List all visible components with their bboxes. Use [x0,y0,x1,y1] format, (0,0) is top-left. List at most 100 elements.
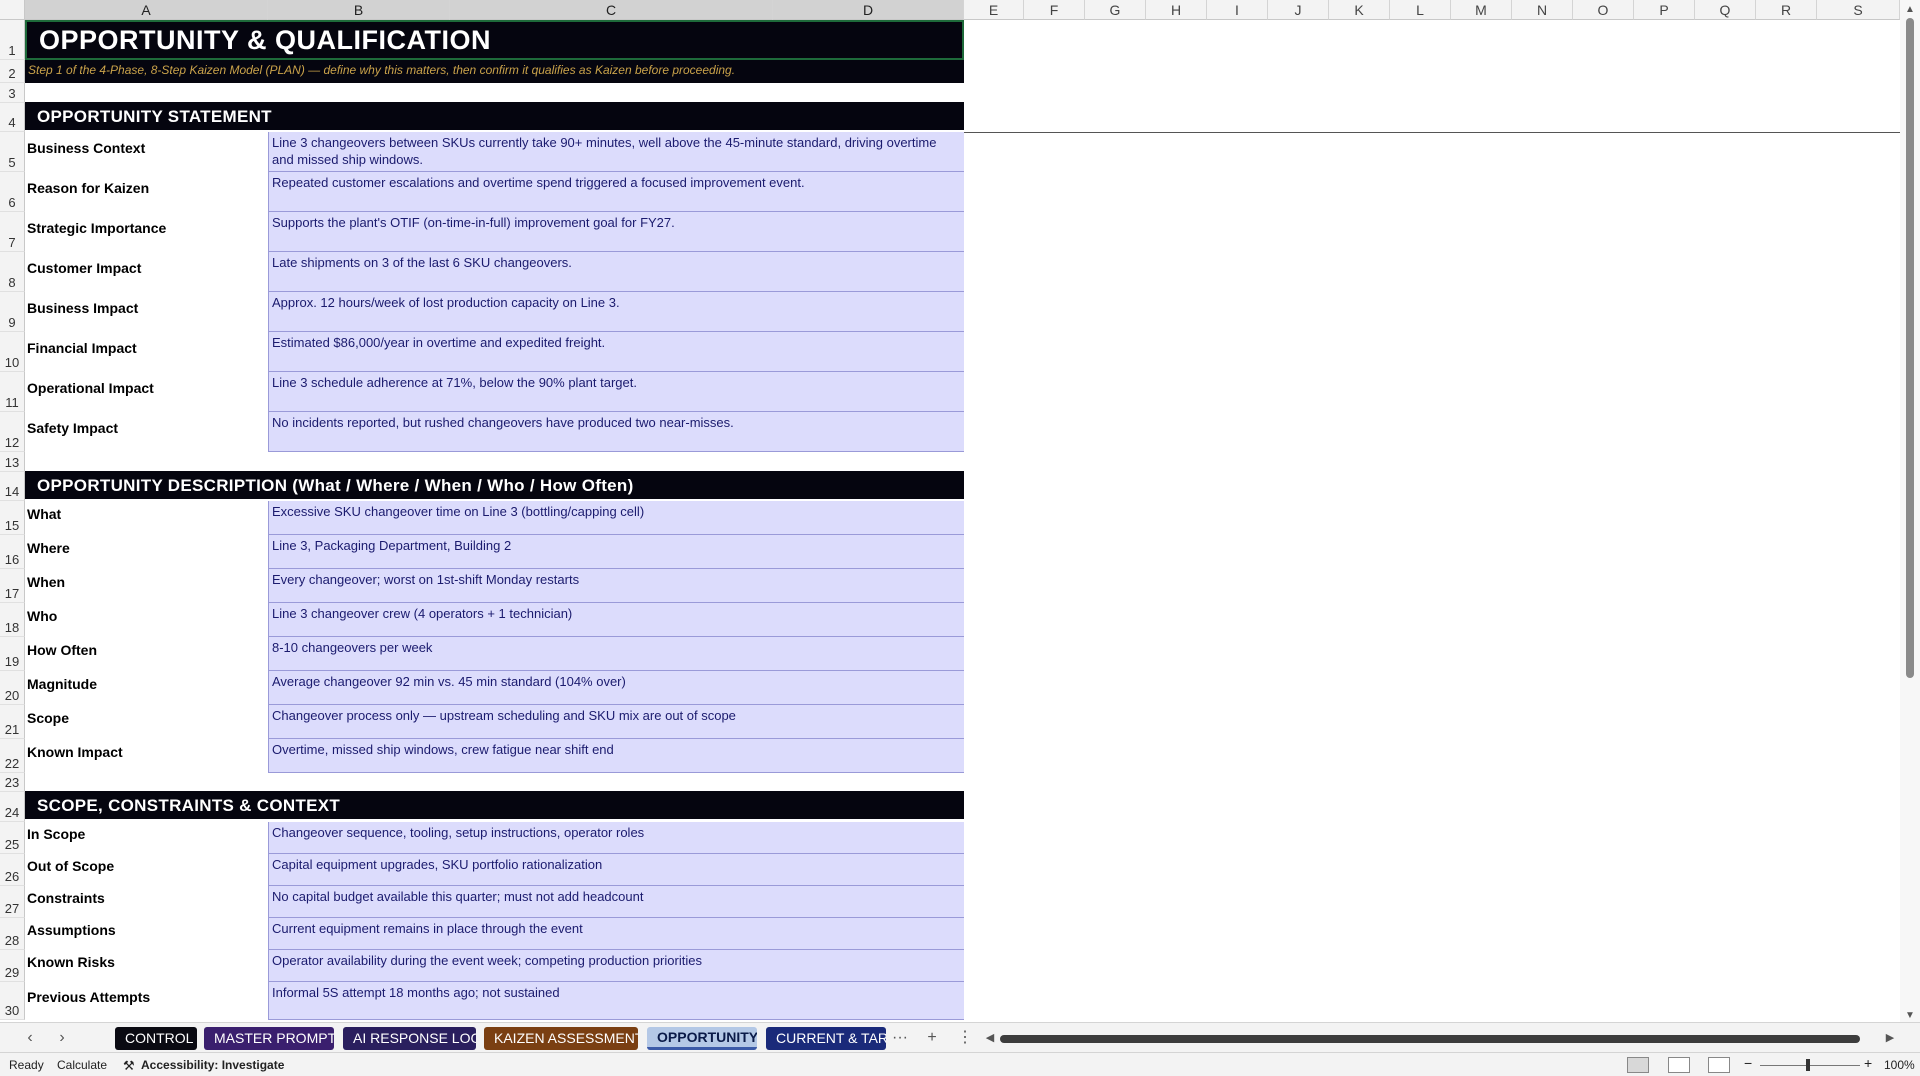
scroll-down-icon[interactable]: ▼ [1904,1010,1916,1021]
row-header-9[interactable]: 9 [0,292,25,332]
field-label[interactable]: Known Impact [27,744,123,760]
column-header-a[interactable]: A [25,0,268,20]
column-header-e[interactable]: E [964,0,1024,20]
add-sheet-button[interactable]: + [922,1028,942,1048]
row-header-12[interactable]: 12 [0,412,25,452]
field-value-cell[interactable]: Changeover sequence, tooling, setup inst… [268,822,964,854]
scroll-up-icon[interactable]: ▲ [1904,4,1916,15]
vertical-scroll-thumb[interactable] [1906,18,1914,678]
field-value-cell[interactable]: Excessive SKU changeover time on Line 3 … [268,501,964,535]
field-value-cell[interactable]: Repeated customer escalations and overti… [268,172,964,212]
row-header-5[interactable]: 5 [0,132,25,172]
field-label[interactable]: Out of Scope [27,858,114,874]
column-header-i[interactable]: I [1207,0,1268,20]
row-header-10[interactable]: 10 [0,332,25,372]
field-value-cell[interactable]: No capital budget available this quarter… [268,886,964,918]
section-header-statement[interactable]: OPPORTUNITY STATEMENT [25,102,964,130]
more-tabs-icon[interactable]: ··· [890,1028,910,1048]
column-header-l[interactable]: L [1390,0,1451,20]
field-value-cell[interactable]: Late shipments on 3 of the last 6 SKU ch… [268,252,964,292]
field-label[interactable]: Previous Attempts [27,989,150,1005]
column-header-o[interactable]: O [1573,0,1634,20]
section-header-scope[interactable]: SCOPE, CONSTRAINTS & CONTEXT [25,791,964,819]
spreadsheet-grid[interactable]: ABCDEFGHIJKLMNOPQRS 1 2 3 4 5 6 7 8 9 10 11 12 13 14 1… [0,0,1920,1040]
row-header-6[interactable]: 6 [0,172,25,212]
row-header-21[interactable]: 21 [0,705,25,739]
column-header-c[interactable]: C [450,0,773,20]
field-label[interactable]: When [27,574,65,590]
field-label[interactable]: Known Risks [27,954,115,970]
field-value-cell[interactable]: Approx. 12 hours/week of lost production… [268,292,964,332]
field-label[interactable]: Who [27,608,57,624]
row-header-18[interactable]: 18 [0,603,25,637]
field-value-cell[interactable]: Line 3, Packaging Department, Building 2 [268,535,964,569]
page-layout-view-icon[interactable] [1668,1057,1690,1073]
field-label[interactable]: Operational Impact [27,380,154,396]
row-header-29[interactable]: 29 [0,950,25,982]
field-label[interactable]: Safety Impact [27,420,118,436]
normal-view-icon[interactable] [1627,1057,1649,1073]
sheet-tab-opportunity[interactable]: OPPORTUNITY [647,1027,757,1050]
field-value-cell[interactable]: Current equipment remains in place throu… [268,918,964,950]
status-calculate[interactable]: Calculate [57,1058,107,1072]
field-value-cell[interactable]: Line 3 changeovers between SKUs currentl… [268,132,964,172]
row-header-1[interactable]: 1 [0,20,25,60]
row-header-2[interactable]: 2 [0,60,25,83]
row-header-17[interactable]: 17 [0,569,25,603]
field-value-cell[interactable]: Overtime, missed ship windows, crew fati… [268,739,964,773]
row-header-7[interactable]: 7 [0,212,25,252]
zoom-level[interactable]: 100% [1884,1058,1915,1072]
sheet-tab-ai-response-log[interactable]: AI RESPONSE LOG [343,1027,476,1050]
column-header-m[interactable]: M [1451,0,1512,20]
field-label[interactable]: Scope [27,710,69,726]
column-header-j[interactable]: J [1268,0,1329,20]
accessibility-status[interactable]: Accessibility: Investigate [141,1058,284,1072]
row-header-15[interactable]: 15 [0,501,25,535]
row-header-3[interactable]: 3 [0,83,25,103]
field-label[interactable]: Business Context [27,140,145,156]
row-header-14[interactable]: 14 [0,472,25,501]
hscroll-right-icon[interactable]: ▶ [1880,1028,1900,1048]
sheet-tab-master-prompt[interactable]: MASTER PROMPT [204,1027,334,1050]
field-value-cell[interactable]: Line 3 changeover crew (4 operators + 1 … [268,603,964,637]
row-header-27[interactable]: 27 [0,886,25,918]
field-label[interactable]: Assumptions [27,922,116,938]
field-label[interactable]: Magnitude [27,676,97,692]
row-header-19[interactable]: 19 [0,637,25,671]
row-header-28[interactable]: 28 [0,918,25,950]
tab-menu-icon[interactable]: ⋮ [955,1028,975,1048]
row-header-16[interactable]: 16 [0,535,25,569]
field-value-cell[interactable]: Average changeover 92 min vs. 45 min sta… [268,671,964,705]
row-header-13[interactable]: 13 [0,452,25,472]
sheet-tab-control[interactable]: CONTROL [115,1027,197,1050]
row-header-4[interactable]: 4 [0,103,25,132]
field-value-cell[interactable]: Capital equipment upgrades, SKU portfoli… [268,854,964,886]
field-label[interactable]: Strategic Importance [27,220,166,236]
field-value-cell[interactable]: 8-10 changeovers per week [268,637,964,671]
sheet-tab-kaizen-assessment[interactable]: KAIZEN ASSESSMENT [484,1027,638,1050]
row-header-22[interactable]: 22 [0,739,25,773]
column-header-s[interactable]: S [1817,0,1900,20]
zoom-out-icon[interactable]: − [1744,1055,1752,1071]
field-label[interactable]: Customer Impact [27,260,141,276]
field-value-cell[interactable]: Operator availability during the event w… [268,950,964,982]
tab-next-icon[interactable]: › [52,1028,72,1048]
row-header-20[interactable]: 20 [0,671,25,705]
column-header-q[interactable]: Q [1695,0,1756,20]
row-header-24[interactable]: 24 [0,792,25,822]
column-header-d[interactable]: D [773,0,964,20]
page-title[interactable]: OPPORTUNITY & QUALIFICATION [25,20,964,60]
column-header-p[interactable]: P [1634,0,1695,20]
field-label[interactable]: Constraints [27,890,105,906]
field-label[interactable]: Business Impact [27,300,138,316]
row-header-25[interactable]: 25 [0,822,25,854]
field-label[interactable]: In Scope [27,826,85,842]
column-header-h[interactable]: H [1146,0,1207,20]
field-label[interactable]: How Often [27,642,97,658]
page-break-view-icon[interactable] [1708,1057,1730,1073]
field-value-cell[interactable]: Line 3 schedule adherence at 71%, below … [268,372,964,412]
column-header-g[interactable]: G [1085,0,1146,20]
sheet-tab-current-targ[interactable]: CURRENT & TARG [766,1027,886,1050]
section-header-description[interactable]: OPPORTUNITY DESCRIPTION (What / Where / … [25,471,964,499]
field-label[interactable]: Where [27,540,70,556]
